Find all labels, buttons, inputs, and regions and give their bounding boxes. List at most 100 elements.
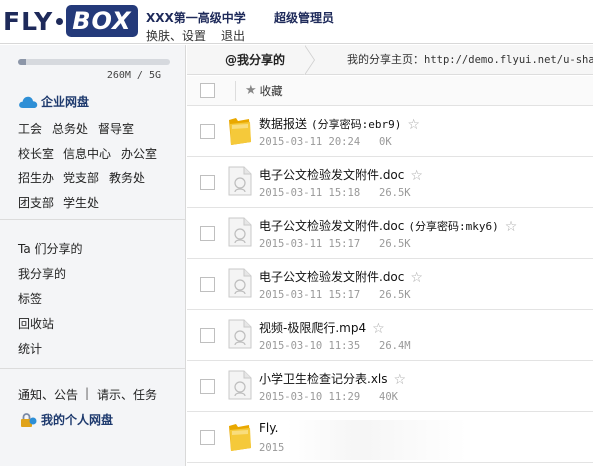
- share-password: (分享密码:ebr9): [311, 118, 402, 131]
- file-row[interactable]: 电子公文检验发文附件.doc ☆ 2015-03-11 15:17 26.5K: [187, 259, 593, 310]
- file-row[interactable]: 电子公文检验发文附件.doc ☆ 2015-03-11 15:18 26.5K: [187, 157, 593, 208]
- lock-icon: [21, 412, 37, 427]
- dept-info-center[interactable]: 信息中心: [63, 145, 111, 162]
- file-size: 0K: [379, 136, 392, 148]
- enterprise-disk-label: 企业网盘: [41, 95, 90, 109]
- flybox-logo[interactable]: FLY BOX: [3, 4, 138, 38]
- file-name[interactable]: 电子公文检验发文附件.doc ☆: [259, 268, 423, 286]
- dept-office[interactable]: 办公室: [121, 145, 157, 162]
- personal-disk-title[interactable]: 我的个人网盘: [18, 411, 113, 428]
- dept-student-affairs[interactable]: 学生处: [63, 194, 99, 211]
- favorite-star-icon[interactable]: ☆: [505, 219, 518, 235]
- file-icon: [227, 369, 253, 401]
- file-date: 2015-03-10 11:35: [259, 340, 361, 352]
- dept-supervision[interactable]: 督导室: [98, 120, 134, 137]
- file-icon: [227, 318, 253, 350]
- personal-disk-label: 我的个人网盘: [41, 413, 114, 427]
- file-name[interactable]: 视频-极限爬行.mp4 ☆: [259, 319, 385, 337]
- breadcrumb-arrow-inner: [304, 45, 314, 75]
- dept-admissions[interactable]: 招生办: [18, 169, 54, 186]
- logo-fly-text: FLY: [3, 6, 54, 36]
- nav-others-shared[interactable]: Ta 们分享的: [18, 240, 83, 257]
- enterprise-disk-title[interactable]: 企业网盘: [18, 93, 89, 110]
- favorite-star-icon[interactable]: ☆: [372, 321, 385, 337]
- file-name-text: 电子公文检验发文附件.doc: [259, 270, 405, 284]
- dept-party-branch[interactable]: 党支部: [63, 169, 99, 186]
- share-home-url[interactable]: 我的分享主页：http://demo.flyui.net/u-sha: [347, 45, 593, 75]
- file-size: 26.4M: [379, 340, 411, 352]
- share-url-text: http://demo.flyui.net/u-sha: [424, 54, 593, 66]
- file-name[interactable]: 数据报送 (分享密码:ebr9) ☆: [259, 115, 420, 133]
- logout-link[interactable]: 退出: [221, 27, 245, 44]
- row-checkbox[interactable]: [200, 430, 215, 445]
- star-icon: ★: [245, 83, 257, 98]
- dept-union[interactable]: 工会: [18, 120, 42, 137]
- row-checkbox[interactable]: [200, 175, 215, 190]
- file-name[interactable]: 电子公文检验发文附件.doc ☆: [259, 166, 423, 184]
- file-size: 26.5K: [379, 187, 411, 199]
- favorite-star-icon[interactable]: ☆: [407, 117, 420, 133]
- obscured-area: [287, 420, 467, 460]
- file-date: 2015: [259, 442, 285, 454]
- file-name[interactable]: 电子公文检验发文附件.doc (分享密码:mky6) ☆: [259, 217, 517, 235]
- dept-principal[interactable]: 校长室: [18, 145, 54, 162]
- file-name-text: 视频-极限爬行.mp4: [259, 321, 367, 335]
- notices-link[interactable]: 通知、公告: [18, 386, 78, 403]
- favorite-label: 收藏: [259, 84, 283, 98]
- file-icon: [227, 267, 253, 299]
- file-name-text: 电子公文检验发文附件.doc: [259, 168, 405, 182]
- file-row[interactable]: 电子公文检验发文附件.doc (分享密码:mky6) ☆ 2015-03-11 15:…: [187, 208, 593, 259]
- file-row[interactable]: 视频-极限爬行.mp4 ☆ 2015-03-10 11:35 26.4M: [187, 310, 593, 361]
- file-row[interactable]: Fly. 2015: [187, 412, 593, 463]
- share-home-label: 我的分享主页：: [347, 53, 424, 66]
- sidebar-divider: [0, 368, 185, 369]
- school-name: XXX第一高级中学: [146, 11, 246, 25]
- file-icon: [227, 165, 253, 197]
- file-row[interactable]: 小学卫生检查记分表.xls ☆ 2015-03-10 11:29 40K: [187, 361, 593, 412]
- file-size: 40K: [379, 391, 398, 403]
- file-name-text: 数据报送: [259, 117, 308, 131]
- favorite-star-icon[interactable]: ☆: [394, 372, 407, 388]
- sidebar: 260M / 5G 企业网盘 工会 总务处 督导室 校长室 信息中心 办公室 招…: [0, 45, 186, 466]
- file-date: 2015-03-11 15:17: [259, 238, 361, 250]
- favorite-button[interactable]: ★ 收藏: [245, 76, 283, 106]
- app-header: FLY BOX XXX第一高级中学 超级管理员 换肤、设置 退出: [0, 0, 593, 44]
- row-checkbox[interactable]: [200, 328, 215, 343]
- admin-user[interactable]: 超级管理员: [274, 9, 334, 26]
- breadcrumb-bar: @我分享的 我的分享主页：http://demo.flyui.net/u-sha: [187, 45, 593, 75]
- folder-icon: [227, 114, 253, 146]
- file-icon: [227, 216, 253, 248]
- file-row[interactable]: 数据报送 (分享密码:ebr9) ☆ 2015-03-11 20:24 0K: [187, 106, 593, 157]
- dept-academic-affairs[interactable]: 教务处: [109, 169, 145, 186]
- row-checkbox[interactable]: [200, 277, 215, 292]
- nav-recycle-bin[interactable]: 回收站: [18, 315, 54, 332]
- file-size: 26.5K: [379, 238, 411, 250]
- folder-icon: [227, 420, 253, 452]
- cloud-icon: [19, 96, 38, 108]
- file-date: 2015-03-11 15:17: [259, 289, 361, 301]
- toolbar-divider: [235, 81, 236, 101]
- row-checkbox[interactable]: [200, 379, 215, 394]
- file-name[interactable]: 小学卫生检查记分表.xls ☆: [259, 370, 406, 388]
- dept-youth-league[interactable]: 团支部: [18, 194, 54, 211]
- requests-link[interactable]: 请示、任务: [97, 386, 157, 403]
- link-divider: |: [85, 386, 90, 400]
- share-password: (分享密码:mky6): [408, 220, 499, 233]
- favorite-star-icon[interactable]: ☆: [410, 168, 423, 184]
- quota-progress-fill: [18, 59, 26, 65]
- skin-settings-link[interactable]: 换肤、设置: [146, 27, 206, 44]
- nav-statistics[interactable]: 统计: [18, 340, 42, 357]
- file-toolbar: ★ 收藏: [187, 76, 593, 106]
- favorite-star-icon[interactable]: ☆: [410, 270, 423, 286]
- nav-my-shares[interactable]: 我分享的: [18, 265, 66, 282]
- select-all-checkbox[interactable]: [200, 83, 215, 98]
- file-name[interactable]: Fly.: [259, 421, 278, 435]
- nav-tags[interactable]: 标签: [18, 290, 42, 307]
- row-checkbox[interactable]: [200, 226, 215, 241]
- row-checkbox[interactable]: [200, 124, 215, 139]
- sidebar-divider: [0, 219, 185, 220]
- tab-my-shares[interactable]: @我分享的: [187, 45, 307, 75]
- file-name-text: Fly.: [259, 421, 279, 435]
- dept-general-affairs[interactable]: 总务处: [52, 120, 88, 137]
- logo-box-text: BOX: [66, 5, 138, 37]
